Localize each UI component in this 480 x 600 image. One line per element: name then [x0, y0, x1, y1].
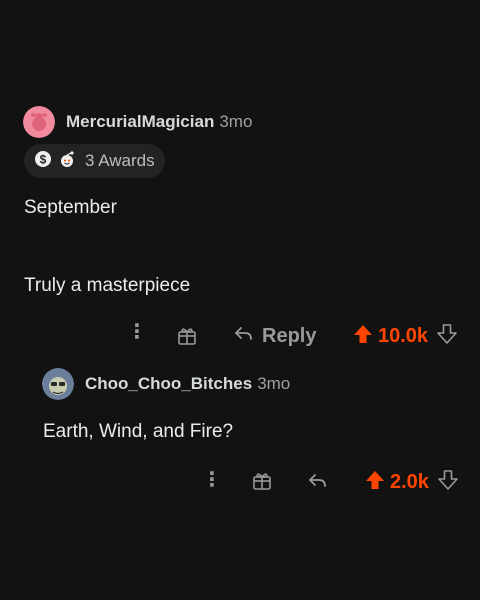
avatar[interactable]	[23, 106, 55, 138]
comment-header: MercurialMagician 3mo	[23, 106, 252, 138]
reply-arrow-icon	[306, 474, 328, 496]
reply-button[interactable]: Reply	[232, 323, 316, 350]
upvote-arrow-icon[interactable]	[364, 469, 386, 496]
downvote-arrow-icon[interactable]	[436, 323, 458, 350]
reply-text: Earth, Wind, and Fire?	[43, 421, 234, 442]
svg-text:$: $	[40, 152, 47, 166]
more-options-icon[interactable]: ⋮	[202, 470, 222, 490]
awards-count: 3 Awards	[85, 151, 155, 170]
comment-age: 3mo	[219, 112, 253, 131]
reply-button[interactable]	[306, 470, 328, 497]
gift-award-icon[interactable]	[251, 470, 273, 497]
downvote-arrow-icon[interactable]	[437, 469, 459, 496]
awards-pill[interactable]: $ 3 Awards	[24, 144, 165, 178]
reply-username[interactable]: Choo_Choo_Bitches	[85, 374, 252, 394]
coin-award-icon: $	[33, 149, 53, 174]
reply-header: Choo_Choo_Bitches 3mo	[42, 368, 290, 400]
comment-score: 10.0k	[378, 325, 429, 347]
gift-award-icon[interactable]	[176, 325, 198, 352]
reply-age: 3mo	[257, 374, 291, 393]
upvote-arrow-icon[interactable]	[352, 323, 374, 350]
comment-paragraph: September	[24, 197, 117, 218]
avatar[interactable]	[42, 368, 74, 400]
more-options-icon[interactable]: ⋮	[127, 322, 147, 342]
comment-username[interactable]: MercurialMagician	[66, 112, 214, 132]
reply-arrow-icon	[232, 323, 254, 350]
snoo-award-icon	[57, 149, 77, 174]
comment-paragraph: Truly a masterpiece	[24, 275, 191, 296]
vote-controls: 10.0k	[352, 323, 458, 350]
vote-controls: 2.0k	[364, 469, 459, 496]
reply-score: 2.0k	[390, 471, 429, 493]
reply-label: Reply	[262, 325, 317, 347]
